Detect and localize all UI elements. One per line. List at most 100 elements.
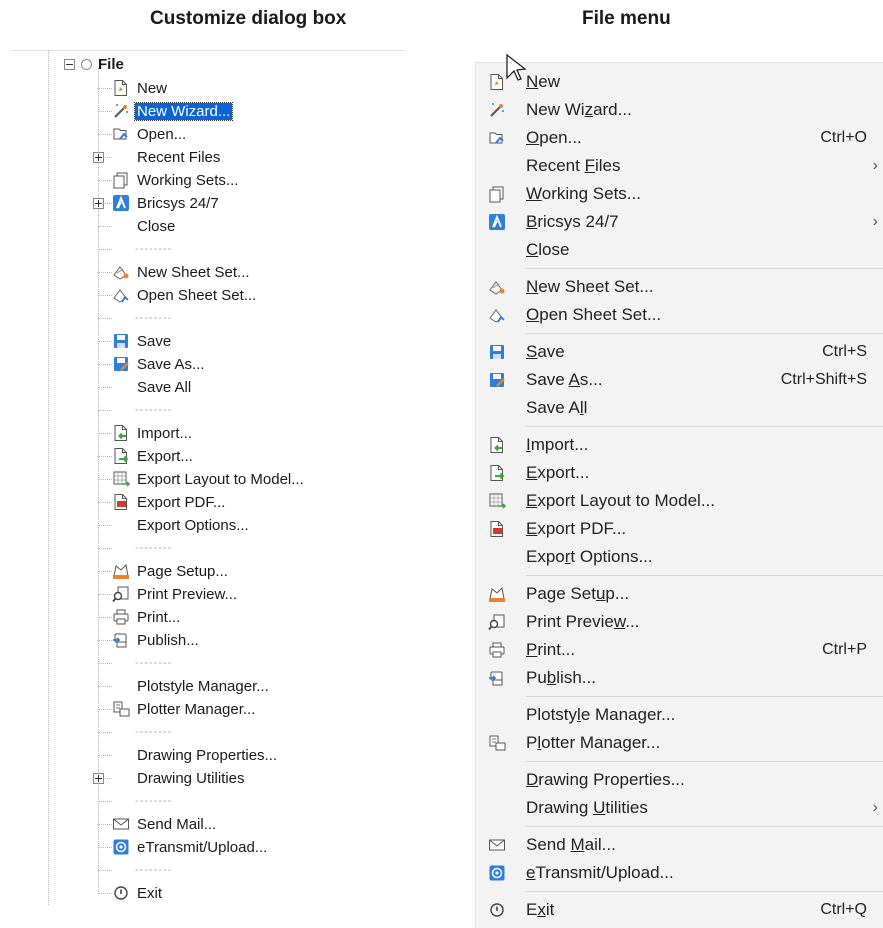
tree-node[interactable]: eTransmit/Upload... [98,836,269,858]
tree-node[interactable]: Working Sets... [98,169,240,191]
open-sheet-set-icon [486,304,508,326]
submenu-arrow-icon: › [872,213,878,230]
separator-text: -------- [135,726,173,738]
tree-node[interactable]: Close [98,215,177,237]
menu-item[interactable]: Working Sets... [476,180,883,208]
menu-item[interactable]: Import... [476,431,883,459]
tree-node[interactable]: Recent Files [93,146,222,168]
tree-connector [98,754,112,756]
tree-node-file[interactable]: File [64,54,124,74]
menu-item[interactable]: Exit Ctrl+Q [476,896,883,924]
tree-node-label: Export... [137,447,193,465]
menu-item[interactable]: New Wizard... [476,96,883,124]
tree-node[interactable]: Export Layout to Model... [98,468,306,490]
working-sets-icon [112,171,130,189]
menu-item-shortcut: Ctrl+Q [820,901,867,918]
bricsys-icon [486,211,508,233]
menu-item[interactable]: Close [476,236,883,264]
tree-node[interactable]: Publish... [98,629,201,651]
tree-node-label: Page Setup... [137,562,228,580]
menu-item[interactable]: New Sheet Set... [476,273,883,301]
menu-item[interactable]: Plotter Manager... [476,729,883,757]
menu-item[interactable]: Drawing Utilities › [476,794,883,822]
tree-node-label: Drawing Properties... [137,746,278,764]
menu-item[interactable]: Bricsys 24/7 › [476,208,883,236]
tree-connector [98,225,112,227]
menu-item[interactable]: Plotstyle Manager... [476,701,883,729]
collapse-toggle-icon[interactable] [64,58,75,70]
tree-node[interactable]: Drawing Properties... [98,744,279,766]
tree-node-label: New [137,79,168,97]
blank-icon [112,516,130,534]
tree-connector [98,524,112,526]
export-icon [486,462,508,484]
expand-toggle-icon[interactable] [93,152,104,163]
menu-item[interactable]: Publish... [476,664,883,692]
tree-connector [98,386,112,388]
menu-item-label: eTransmit/Upload... [526,863,674,882]
menu-item[interactable]: Print... Ctrl+P [476,636,883,664]
separator-text: -------- [135,312,173,324]
tree-node[interactable]: Export PDF... [98,491,227,513]
menu-item-label: Open... [526,128,582,147]
tree-node[interactable]: Export... [98,445,195,467]
menu-item[interactable]: Export PDF... [476,515,883,543]
menu-item-label: Working Sets... [526,184,641,203]
menu-item[interactable]: Export Layout to Model... [476,487,883,515]
tree-node[interactable]: Plotstyle Manager... [98,675,271,697]
tree-node[interactable]: New Sheet Set... [98,261,252,283]
tree-node[interactable]: Bricsys 24/7 [93,192,221,214]
node-circle-icon [81,58,92,70]
tree-node[interactable]: Export Options... [98,514,251,536]
tree-node[interactable]: Import... [98,422,194,444]
tree-node-label: New Sheet Set... [137,263,250,281]
menu-item-shortcut: Ctrl+S [822,343,867,360]
expand-toggle-icon[interactable] [93,198,104,209]
tree-node[interactable]: Plotter Manager... [98,698,257,720]
menu-item[interactable]: eTransmit/Upload... [476,859,883,887]
menu-item[interactable]: Open Sheet Set... [476,301,883,329]
open-sheet-set-icon [112,286,130,304]
menu-item[interactable]: Save All [476,394,883,422]
tree-node[interactable]: New [98,77,169,99]
tree-node[interactable]: Page Setup... [98,560,230,582]
tree-node-label: Exit [137,884,163,902]
printer-icon [112,608,130,626]
menu-item[interactable]: New [476,68,883,96]
tree-node[interactable]: Save [98,330,173,352]
tree-node[interactable]: Exit [98,882,164,904]
tree-node[interactable]: Save All [98,376,193,398]
menu-item-label: Exit [526,900,555,919]
menu-item[interactable]: Recent Files › [476,152,883,180]
tree-node[interactable]: Print Preview... [98,583,239,605]
new-sheet-set-icon [486,276,508,298]
blank-icon [486,239,508,261]
expand-toggle-icon[interactable] [93,773,104,784]
tree-connector [98,593,112,595]
tree-node[interactable]: Save As... [98,353,207,375]
tree-node-label: Bricsys 24/7 [137,194,219,212]
tree-connector [98,363,112,365]
tree-node-label: Drawing Utilities [137,769,245,787]
tree-node[interactable]: Send Mail... [98,813,218,835]
menu-item[interactable]: Save Ctrl+S [476,338,883,366]
tree-node[interactable]: New Wizard... [98,100,234,122]
menu-item[interactable]: Print Preview... [476,608,883,636]
tree-node[interactable]: Open Sheet Set... [98,284,258,306]
tree-node[interactable]: Drawing Utilities [93,767,247,789]
menu-separator [526,891,883,892]
blank-icon [486,155,508,177]
menu-item[interactable]: Open... Ctrl+O [476,124,883,152]
menu-item[interactable]: Export... [476,459,883,487]
tree-connector [98,340,112,342]
menu-item[interactable]: Save As... Ctrl+Shift+S [476,366,883,394]
tree-node[interactable]: Open... [98,123,188,145]
menu-item[interactable]: Drawing Properties... [476,766,883,794]
menu-item[interactable]: Export Options... [476,543,883,571]
menu-item[interactable]: Page Setup... [476,580,883,608]
pdf-icon [112,493,130,511]
menu-item[interactable]: Send Mail... [476,831,883,859]
menu-item-label: Drawing Utilities [526,798,648,817]
tree-connector [98,409,112,411]
tree-node[interactable]: Print... [98,606,182,628]
